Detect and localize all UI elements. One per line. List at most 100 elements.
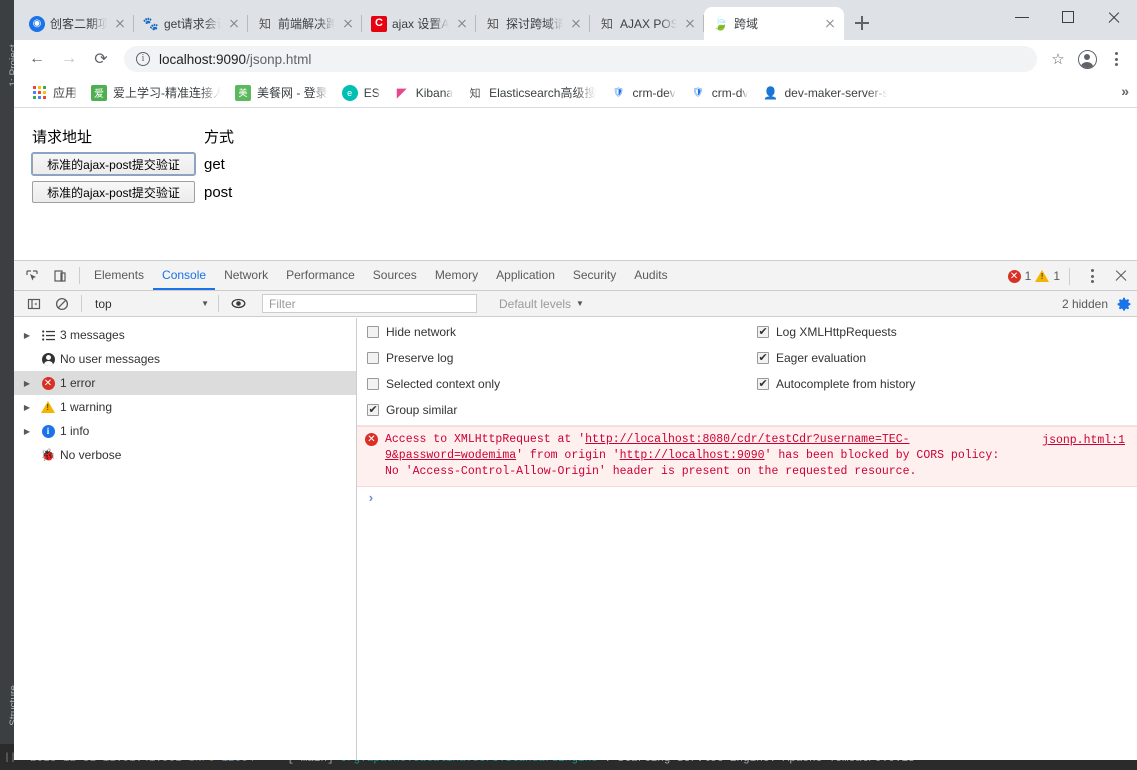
console-prompt-row[interactable]: › (357, 487, 1137, 509)
gear-icon[interactable] (1117, 297, 1131, 311)
ajax-post-button[interactable]: 标准的ajax-post提交验证 (32, 181, 195, 203)
close-icon[interactable] (226, 16, 242, 32)
close-icon[interactable] (454, 16, 470, 32)
execution-context-select[interactable]: top ▼ (89, 294, 213, 313)
sidebar-item-user-messages[interactable]: No user messages (14, 347, 356, 371)
chevron-right-icon[interactable]: ▶ (18, 331, 36, 340)
request-button-cell: 标准的ajax-post提交验证 (31, 152, 204, 176)
error-icon: ✕ (36, 376, 60, 390)
bookmark-crm-dv[interactable]: 🛡 crm-dv (683, 82, 756, 104)
console-settings-right: Log XMLHttpRequests Eager evaluation Aut… (757, 325, 915, 417)
setting-hide-network[interactable]: Hide network (367, 325, 757, 339)
setting-selected-context-only[interactable]: Selected context only (367, 377, 757, 391)
bookmark-meican[interactable]: 美 美餐网 - 登录 (228, 81, 335, 104)
sidebar-item-info[interactable]: ▶ i 1 info (14, 419, 356, 443)
browser-tab-0[interactable]: ◉ 创客二期项 (20, 7, 134, 40)
device-toolbar-icon[interactable] (46, 263, 74, 289)
close-icon[interactable] (822, 16, 838, 32)
inspect-element-icon[interactable] (18, 263, 46, 289)
chevron-right-icon[interactable]: ▶ (18, 427, 36, 436)
devtools-tab-sources[interactable]: Sources (364, 261, 426, 290)
close-icon[interactable] (340, 16, 356, 32)
checkbox[interactable] (757, 325, 769, 339)
bookmark-label: Elasticsearch高级搜 (489, 86, 597, 100)
browser-tab-4[interactable]: 知 探讨跨域请 (476, 7, 590, 40)
forward-button[interactable]: → (54, 44, 84, 74)
maximize-button[interactable] (1045, 0, 1091, 34)
browser-window: ◉ 创客二期项 🐾 get请求会话 知 前端解决跨域 C ajax 设置Ac 知… (14, 0, 1137, 760)
setting-preserve-log[interactable]: Preserve log (367, 351, 757, 365)
devtools-tab-network[interactable]: Network (215, 261, 277, 290)
checkbox[interactable] (367, 403, 379, 417)
devtools-tab-elements[interactable]: Elements (85, 261, 153, 290)
log-levels-select[interactable]: Default levels ▼ (499, 297, 584, 311)
live-expression-icon[interactable] (224, 291, 252, 317)
bookmark-aishangxuexi[interactable]: 爱 爱上学习-精准连接人 (84, 81, 228, 104)
vip-icon: 🛡 (692, 87, 704, 97)
reload-button[interactable]: ⟳ (86, 44, 116, 74)
bookmark-crm-dev[interactable]: 🛡 crm-dev (603, 82, 682, 104)
bookmark-es[interactable]: e ES (335, 82, 387, 104)
request-button-cell: 标准的ajax-post提交验证 (32, 181, 204, 203)
site-info-icon[interactable]: i (136, 52, 150, 66)
close-icon[interactable] (112, 16, 128, 32)
checkbox[interactable] (367, 378, 379, 390)
devtools-tab-performance[interactable]: Performance (277, 261, 364, 290)
checkbox[interactable] (757, 351, 769, 365)
close-icon[interactable] (682, 16, 698, 32)
address-bar[interactable]: i localhost:9090/jsonp.html (124, 46, 1037, 72)
close-icon[interactable] (568, 16, 584, 32)
bookmark-star-icon[interactable]: ☆ (1045, 46, 1071, 72)
devtools-tab-console[interactable]: Console (153, 261, 216, 290)
ajax-get-button[interactable]: 标准的ajax-post提交验证 (31, 152, 196, 176)
setting-label: Autocomplete from history (776, 377, 916, 391)
ai-green-icon: 爱 (91, 84, 108, 101)
sidebar-item-messages[interactable]: ▶ 3 messages (14, 323, 356, 347)
profile-avatar-icon[interactable] (1073, 45, 1101, 73)
bookmark-apps[interactable]: 应用 (24, 81, 84, 104)
browser-tab-5[interactable]: 知 AJAX POST (590, 7, 704, 40)
devtools-tab-audits[interactable]: Audits (625, 261, 676, 290)
warning-icon (1035, 270, 1050, 282)
browser-tab-1[interactable]: 🐾 get请求会话 (134, 7, 248, 40)
bookmark-kibana[interactable]: ◤ Kibana (387, 82, 460, 104)
checkbox[interactable] (367, 352, 379, 364)
console-error-entry[interactable]: ✕ Access to XMLHttpRequest at ' http://lo… (357, 426, 1137, 487)
bookmark-label: Kibana (415, 85, 454, 100)
setting-eager-evaluation[interactable]: Eager evaluation (757, 351, 915, 365)
browser-tab-6-active[interactable]: 🍃 跨域 (704, 7, 844, 40)
setting-autocomplete-history[interactable]: Autocomplete from history (757, 377, 915, 391)
bookmark-elasticsearch-advanced[interactable]: 知 Elasticsearch高级搜 (460, 81, 603, 104)
method-label-post: post (204, 183, 233, 201)
window-close-button[interactable] (1091, 0, 1137, 34)
console-sidebar-icon[interactable] (20, 291, 48, 317)
chevron-right-icon[interactable]: ▶ (18, 403, 36, 412)
devtools-close-icon[interactable] (1109, 264, 1133, 288)
devtools-more-menu-icon[interactable] (1079, 269, 1105, 283)
warning-count-indicator[interactable]: 1 (1035, 269, 1060, 283)
error-source-link[interactable]: jsonp.html:1 (1042, 433, 1125, 449)
bookmark-dev-maker-server[interactable]: 👤 dev-maker-server-s (755, 82, 895, 104)
console-filter-input[interactable]: Filter (262, 294, 477, 313)
setting-log-xhr[interactable]: Log XMLHttpRequests (757, 325, 915, 339)
devtools-tab-security[interactable]: Security (564, 261, 625, 290)
chevron-right-icon[interactable]: ▶ (18, 379, 36, 388)
error-origin-url[interactable]: http://localhost:9090 (620, 449, 765, 462)
checkbox[interactable] (757, 377, 769, 391)
browser-tab-3[interactable]: C ajax 设置Ac (362, 7, 476, 40)
devtools-tab-application[interactable]: Application (487, 261, 564, 290)
new-tab-button[interactable] (848, 9, 876, 37)
sidebar-item-warnings[interactable]: ▶ 1 warning (14, 395, 356, 419)
clear-console-icon[interactable] (48, 291, 76, 317)
error-count-indicator[interactable]: ✕ 1 (1007, 269, 1031, 283)
minimize-button[interactable] (999, 0, 1045, 34)
bookmarks-overflow-icon[interactable]: » (1121, 83, 1129, 99)
setting-group-similar[interactable]: Group similar (367, 403, 757, 417)
devtools-tab-memory[interactable]: Memory (426, 261, 487, 290)
browser-menu-icon[interactable] (1103, 52, 1129, 66)
sidebar-item-verbose[interactable]: 🐞 No verbose (14, 443, 356, 467)
back-button[interactable]: ← (22, 44, 52, 74)
checkbox[interactable] (367, 326, 379, 338)
sidebar-item-errors[interactable]: ▶ ✕ 1 error (14, 371, 356, 395)
browser-tab-2[interactable]: 知 前端解决跨域 (248, 7, 362, 40)
